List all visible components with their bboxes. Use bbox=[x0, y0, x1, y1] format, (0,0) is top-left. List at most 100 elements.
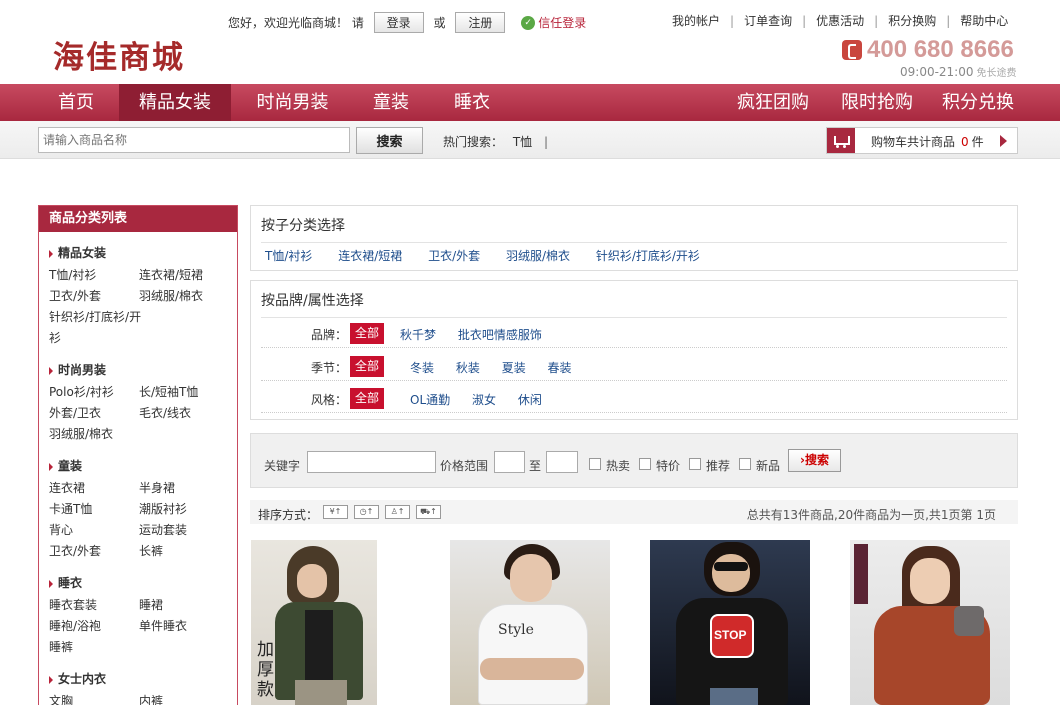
product-image[interactable]: STOP bbox=[650, 540, 810, 705]
panel-divider bbox=[261, 242, 1007, 243]
cart-label: 购物车共计商品 bbox=[871, 135, 956, 149]
category-link[interactable]: 背心 bbox=[49, 520, 139, 541]
login-button[interactable]: 登录 bbox=[373, 12, 424, 33]
recommended-checkbox[interactable] bbox=[689, 458, 701, 470]
category-title[interactable]: 女士内衣 bbox=[49, 670, 237, 687]
filter-all-button[interactable]: 全部 bbox=[350, 388, 384, 409]
category-link[interactable]: 单件睡衣 bbox=[139, 616, 229, 637]
category-title[interactable]: 童装 bbox=[49, 457, 237, 474]
category-link[interactable]: 睡衣套装 bbox=[49, 595, 139, 616]
hot-sale-checkbox[interactable] bbox=[589, 458, 601, 470]
filter-option[interactable]: 淑女 bbox=[472, 393, 496, 407]
category-link[interactable]: 羽绒服/棉衣 bbox=[139, 286, 229, 307]
service-hours: 09:00-21:00 免长途费 bbox=[900, 64, 1017, 79]
filter-row-season: 季节： 全部 冬装 秋装 夏装 春装 bbox=[261, 351, 1007, 381]
search-filter-bar: 关键字 价格范围 至 热卖 特价 推荐 新品 ›搜索 bbox=[250, 433, 1018, 488]
filter-all-button[interactable]: 全部 bbox=[350, 356, 384, 377]
keyword-input[interactable] bbox=[307, 451, 436, 473]
cart-widget[interactable]: 购物车共计商品 0 件 bbox=[826, 127, 1018, 154]
category-link[interactable]: 羽绒服/棉衣 bbox=[49, 424, 139, 445]
category-group: 童装 连衣裙 半身裙 卡通T恤 潮版衬衫 背心 运动套装 卫衣/外套 长裤 bbox=[39, 457, 237, 562]
filter-option[interactable]: OL通勤 bbox=[410, 393, 450, 407]
trust-login-link[interactable]: ✓ 信任登录 bbox=[521, 14, 586, 31]
subcategory-link[interactable]: 羽绒服/棉衣 bbox=[506, 249, 570, 263]
sort-by-shipping-button[interactable]: ⛟↑ bbox=[416, 505, 441, 519]
category-link[interactable]: 睡袍/浴袍 bbox=[49, 616, 139, 637]
nav-kids[interactable]: 童装 bbox=[360, 84, 422, 121]
category-title[interactable]: 睡衣 bbox=[49, 574, 237, 591]
price-max-input[interactable] bbox=[546, 451, 578, 473]
category-title[interactable]: 时尚男装 bbox=[49, 361, 237, 378]
nav-group-buy[interactable]: 疯狂团购 bbox=[728, 84, 818, 121]
top-link-help[interactable]: 帮助中心 bbox=[960, 14, 1008, 28]
filter-option[interactable]: 春装 bbox=[548, 361, 572, 375]
new-product-checkbox[interactable] bbox=[739, 458, 751, 470]
category-link[interactable]: 睡裙 bbox=[139, 595, 229, 616]
filter-option[interactable]: 休闲 bbox=[518, 393, 542, 407]
filter-all-button[interactable]: 全部 bbox=[350, 323, 384, 344]
register-button[interactable]: 注册 bbox=[455, 12, 506, 33]
nav-points-exchange[interactable]: 积分兑换 bbox=[933, 84, 1023, 121]
category-link[interactable]: 半身裙 bbox=[139, 478, 229, 499]
category-link[interactable]: 连衣裙/短裙 bbox=[139, 265, 229, 286]
category-link[interactable]: 卫衣/外套 bbox=[49, 286, 139, 307]
sort-by-price-button[interactable]: ¥↑ bbox=[323, 505, 348, 519]
product-image[interactable]: 加厚款 bbox=[251, 540, 377, 705]
category-link[interactable]: 卫衣/外套 bbox=[49, 541, 139, 562]
category-link[interactable]: Polo衫/衬衫 bbox=[49, 382, 139, 403]
subcategory-panel: 按子分类选择 T恤/衬衫 连衣裙/短裙 卫衣/外套 羽绒服/棉衣 针织衫/打底衫… bbox=[250, 205, 1018, 271]
filter-option[interactable]: 夏装 bbox=[502, 361, 526, 375]
sort-by-popularity-button[interactable]: ♙↑ bbox=[385, 505, 410, 519]
nav-mens[interactable]: 时尚男装 bbox=[240, 84, 345, 121]
site-logo[interactable]: 海佳商城 bbox=[53, 32, 185, 77]
sidebar-title: 商品分类列表 bbox=[39, 206, 237, 232]
top-link-promos[interactable]: 优惠活动 bbox=[816, 14, 864, 28]
category-link[interactable]: 卡通T恤 bbox=[49, 499, 139, 520]
top-link-account[interactable]: 我的帐户 bbox=[672, 14, 720, 28]
category-link[interactable]: 睡裤 bbox=[49, 637, 139, 658]
filter-option[interactable]: 秋千梦 bbox=[400, 328, 436, 342]
search-input[interactable] bbox=[38, 127, 350, 153]
filter-option[interactable]: 批衣吧情感服饰 bbox=[458, 328, 542, 342]
category-link[interactable]: T恤/衬衫 bbox=[49, 265, 139, 286]
price-min-input[interactable] bbox=[494, 451, 525, 473]
subcategory-link[interactable]: T恤/衬衫 bbox=[265, 249, 312, 263]
category-link[interactable]: 长/短袖T恤 bbox=[139, 382, 229, 403]
filter-label: 品牌： bbox=[310, 328, 347, 342]
filter-option[interactable]: 冬装 bbox=[410, 361, 434, 375]
subcategory-link[interactable]: 连衣裙/短裙 bbox=[338, 249, 402, 263]
sort-by-time-button[interactable]: ◷↑ bbox=[354, 505, 379, 519]
product-image[interactable] bbox=[850, 540, 1010, 705]
filter-search-button[interactable]: ›搜索 bbox=[788, 449, 841, 472]
category-link[interactable]: 文胸 bbox=[49, 691, 139, 705]
category-link[interactable]: 长裤 bbox=[139, 541, 229, 562]
subcategory-link[interactable]: 卫衣/外套 bbox=[428, 249, 480, 263]
nav-womens[interactable]: 精品女装 bbox=[119, 84, 231, 121]
nav-home[interactable]: 首页 bbox=[38, 84, 114, 121]
category-link[interactable]: 连衣裙 bbox=[49, 478, 139, 499]
category-link[interactable]: 外套/卫衣 bbox=[49, 403, 139, 424]
hot-search-term[interactable]: T恤 bbox=[513, 135, 532, 149]
nav-sleepwear[interactable]: 睡衣 bbox=[440, 84, 504, 121]
sort-row: 排序方式： ¥↑ ◷↑ ♙↑ ⛟↑ 总共有13件商品,20件商品为一页,共1页第… bbox=[250, 500, 1018, 524]
hot-searches: 热门搜索： T恤 | bbox=[443, 133, 548, 150]
category-link[interactable]: 针织衫/打底衫/开衫 bbox=[49, 307, 145, 349]
top-link-points[interactable]: 积分换购 bbox=[888, 14, 936, 28]
category-link[interactable]: 毛衣/线衣 bbox=[139, 403, 229, 424]
sort-label: 排序方式： bbox=[258, 508, 319, 522]
subcategory-link[interactable]: 针织衫/打底衫/开衫 bbox=[596, 249, 700, 263]
category-link[interactable]: 运动套装 bbox=[139, 520, 229, 541]
trust-shield-icon: ✓ bbox=[521, 15, 536, 30]
search-button[interactable]: 搜索 bbox=[356, 127, 423, 154]
top-link-sep: | bbox=[802, 14, 807, 28]
special-price-checkbox[interactable] bbox=[639, 458, 651, 470]
category-link[interactable]: 内裤 bbox=[139, 691, 229, 705]
product-image[interactable]: Style bbox=[450, 540, 610, 705]
category-link[interactable]: 潮版衬衫 bbox=[139, 499, 229, 520]
nav-flash-sale[interactable]: 限时抢购 bbox=[832, 84, 922, 121]
category-title[interactable]: 精品女装 bbox=[49, 244, 237, 261]
filter-option[interactable]: 秋装 bbox=[456, 361, 480, 375]
top-link-orders[interactable]: 订单查询 bbox=[744, 14, 792, 28]
keyword-label: 关键字 bbox=[264, 459, 301, 473]
price-to-label: 至 bbox=[529, 459, 542, 473]
